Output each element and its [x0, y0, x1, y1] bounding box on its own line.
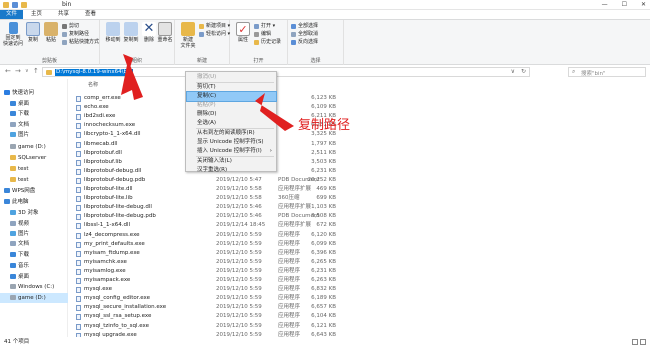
arrow-to-copy-icon: [255, 93, 294, 131]
annotation-arrows: [121, 54, 294, 131]
arrow-to-address-icon: [121, 54, 143, 100]
annotation-label: 复制路径: [298, 118, 351, 133]
